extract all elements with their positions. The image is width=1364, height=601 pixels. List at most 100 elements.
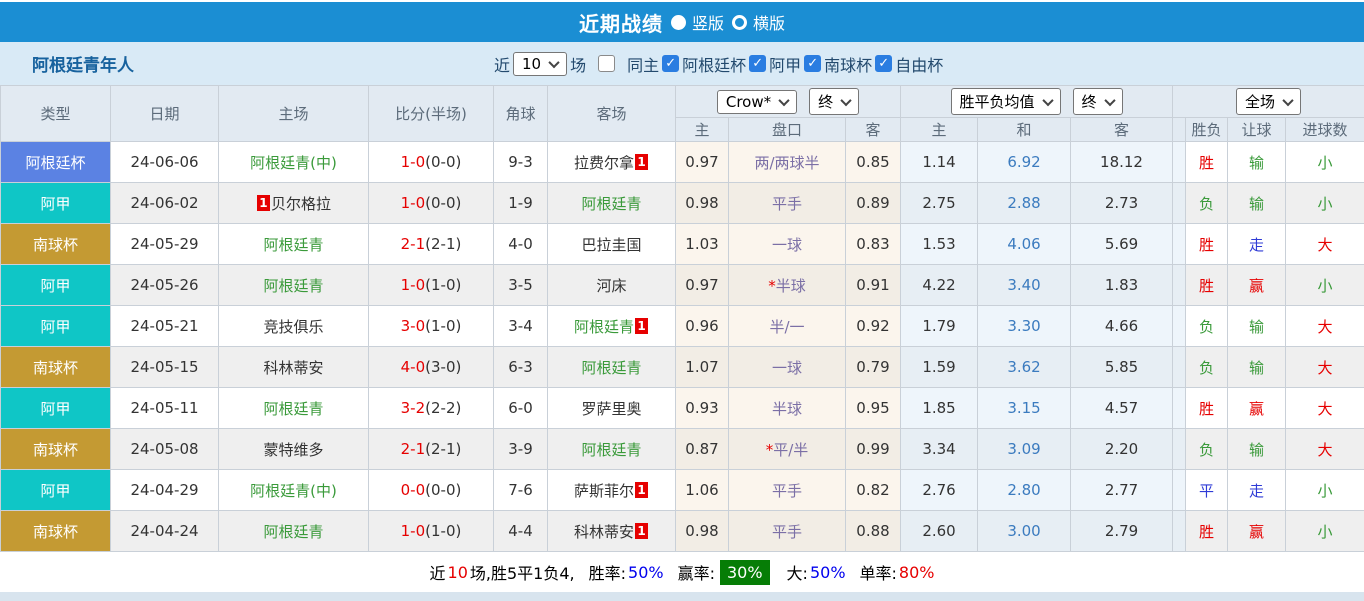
team-name: 阿根廷青年人	[32, 51, 134, 76]
chevron-down-icon	[1104, 94, 1115, 105]
handicap-result-cell: 赢	[1228, 388, 1286, 429]
goals-cell: 大	[1286, 429, 1364, 470]
score-cell: 0-0(0-0)	[369, 470, 494, 511]
layout-option-vertical[interactable]: 竖版	[671, 10, 724, 34]
avg-away-odds: 2.77	[1071, 470, 1173, 511]
league-badge: 阿甲	[1, 388, 111, 429]
spacer-cell	[1173, 511, 1186, 552]
scope-select[interactable]: 全场	[1236, 88, 1301, 115]
avg-home-odds: 1.79	[901, 306, 978, 347]
results-body: 阿根廷杯 24-06-06 阿根廷青(中) 1-0(0-0) 9-3 拉费尔拿1…	[1, 142, 1364, 552]
subcol-handicap: 盘口	[729, 118, 846, 142]
home-team-name: 阿根廷青	[263, 523, 323, 541]
radio-unselected-icon[interactable]	[732, 15, 747, 30]
handicap-cell: 半球	[729, 388, 846, 429]
table-row: 阿甲 24-06-02 1贝尔格拉 1-0(0-0) 1-9 阿根廷青 0.98…	[1, 183, 1364, 224]
odds-home: 0.93	[676, 388, 729, 429]
bottom-strip	[0, 592, 1364, 601]
match-count-select[interactable]: 10	[513, 52, 567, 76]
avg-home-odds: 1.85	[901, 388, 978, 429]
corner-cell: 7-6	[494, 470, 548, 511]
table-row: 阿根廷杯 24-06-06 阿根廷青(中) 1-0(0-0) 9-3 拉费尔拿1…	[1, 142, 1364, 183]
avg-away-odds: 2.79	[1071, 511, 1173, 552]
home-team-name: 阿根廷青(中)	[250, 154, 337, 172]
odds-home: 0.97	[676, 142, 729, 183]
corner-cell: 3-5	[494, 265, 548, 306]
odds-away: 0.99	[846, 429, 901, 470]
spacer-cell	[1173, 429, 1186, 470]
league-label-1: 阿甲	[769, 52, 801, 76]
home-team-name: 阿根廷青	[263, 236, 323, 254]
handicap-cell: *平/半	[729, 429, 846, 470]
home-team: 科林蒂安	[219, 347, 369, 388]
same-venue-checkbox[interactable]: ✓	[598, 55, 615, 72]
spacer-cell	[1173, 265, 1186, 306]
result-cell: 负	[1186, 429, 1228, 470]
odds-home: 0.98	[676, 511, 729, 552]
handicap-line: 平手	[772, 523, 802, 541]
avg-dropdown-group: 胜平负均值 终	[901, 86, 1173, 118]
league-checkbox-2[interactable]: ✓	[804, 55, 821, 72]
table-row: 南球杯 24-05-15 科林蒂安 4-0(3-0) 6-3 阿根廷青 1.07…	[1, 347, 1364, 388]
result-cell: 负	[1186, 347, 1228, 388]
filter-controls: 近 10 场 ✓ 同主 ✓ 阿根廷杯 ✓ 阿甲 ✓ 南球杯 ✓ 自由杯	[494, 52, 943, 76]
odds-company-select[interactable]: Crow*	[717, 90, 797, 114]
corner-cell: 6-0	[494, 388, 548, 429]
league-checkbox-0[interactable]: ✓	[662, 55, 679, 72]
big-rate-value: 50%	[810, 563, 846, 582]
handicap-result-cell: 输	[1228, 347, 1286, 388]
match-date: 24-05-15	[111, 347, 219, 388]
corner-cell: 4-4	[494, 511, 548, 552]
odds-away: 0.82	[846, 470, 901, 511]
halftime-score: (2-1)	[425, 440, 461, 458]
layout-option-horizontal[interactable]: 横版	[732, 10, 785, 34]
league-badge: 阿甲	[1, 265, 111, 306]
goals-cell: 小	[1286, 470, 1364, 511]
odds-away: 0.89	[846, 183, 901, 224]
result-cell: 胜	[1186, 388, 1228, 429]
handicap-result-cell: 输	[1228, 183, 1286, 224]
table-row: 南球杯 24-04-24 阿根廷青 1-0(1-0) 4-4 科林蒂安1 0.9…	[1, 511, 1364, 552]
odds-home: 1.07	[676, 347, 729, 388]
chevron-down-icon	[1042, 94, 1053, 105]
match-count: 10	[448, 563, 468, 582]
result-cell: 负	[1186, 306, 1228, 347]
handicap-result-cell: 输	[1228, 142, 1286, 183]
goals-cell: 大	[1286, 388, 1364, 429]
goals-cell: 小	[1286, 511, 1364, 552]
fulltime-score: 4-0	[401, 358, 426, 376]
avg-draw-odds: 3.30	[978, 306, 1071, 347]
away-team-name: 阿根廷青	[574, 318, 634, 336]
subcol-handicap-result: 让球	[1228, 118, 1286, 142]
match-date: 24-05-11	[111, 388, 219, 429]
corner-cell: 3-9	[494, 429, 548, 470]
odds-time-select[interactable]: 终	[809, 88, 859, 115]
odds-away: 0.83	[846, 224, 901, 265]
league-badge: 南球杯	[1, 347, 111, 388]
home-team: 1贝尔格拉	[219, 183, 369, 224]
avg-type-select[interactable]: 胜平负均值	[951, 88, 1061, 115]
halftime-score: (1-0)	[425, 522, 461, 540]
home-team-name: 蒙特维多	[263, 441, 323, 459]
handicap-cell: *半球	[729, 265, 846, 306]
handicap-line: 平/半	[773, 441, 808, 459]
handicap-cell: 平手	[729, 511, 846, 552]
scope-dropdown-group: 全场	[1173, 86, 1364, 118]
result-cell: 胜	[1186, 511, 1228, 552]
record-text: 场,胜5平1负4,	[470, 560, 575, 584]
league-badge: 阿甲	[1, 470, 111, 511]
radio-selected-icon[interactable]	[671, 15, 686, 30]
handicap-line: 半球	[772, 400, 802, 418]
red-card-badge: 1	[257, 195, 270, 211]
table-row: 阿甲 24-05-21 竞技俱乐 3-0(1-0) 3-4 阿根廷青1 0.96…	[1, 306, 1364, 347]
avg-draw-odds: 3.62	[978, 347, 1071, 388]
avg-time-select[interactable]: 终	[1073, 88, 1123, 115]
corner-cell: 1-9	[494, 183, 548, 224]
score-cell: 1-0(1-0)	[369, 265, 494, 306]
avg-away-odds: 18.12	[1071, 142, 1173, 183]
league-checkbox-3[interactable]: ✓	[875, 55, 892, 72]
avg-draw-odds: 2.88	[978, 183, 1071, 224]
avg-away-odds: 5.85	[1071, 347, 1173, 388]
league-checkbox-1[interactable]: ✓	[749, 55, 766, 72]
league-badge: 阿甲	[1, 183, 111, 224]
